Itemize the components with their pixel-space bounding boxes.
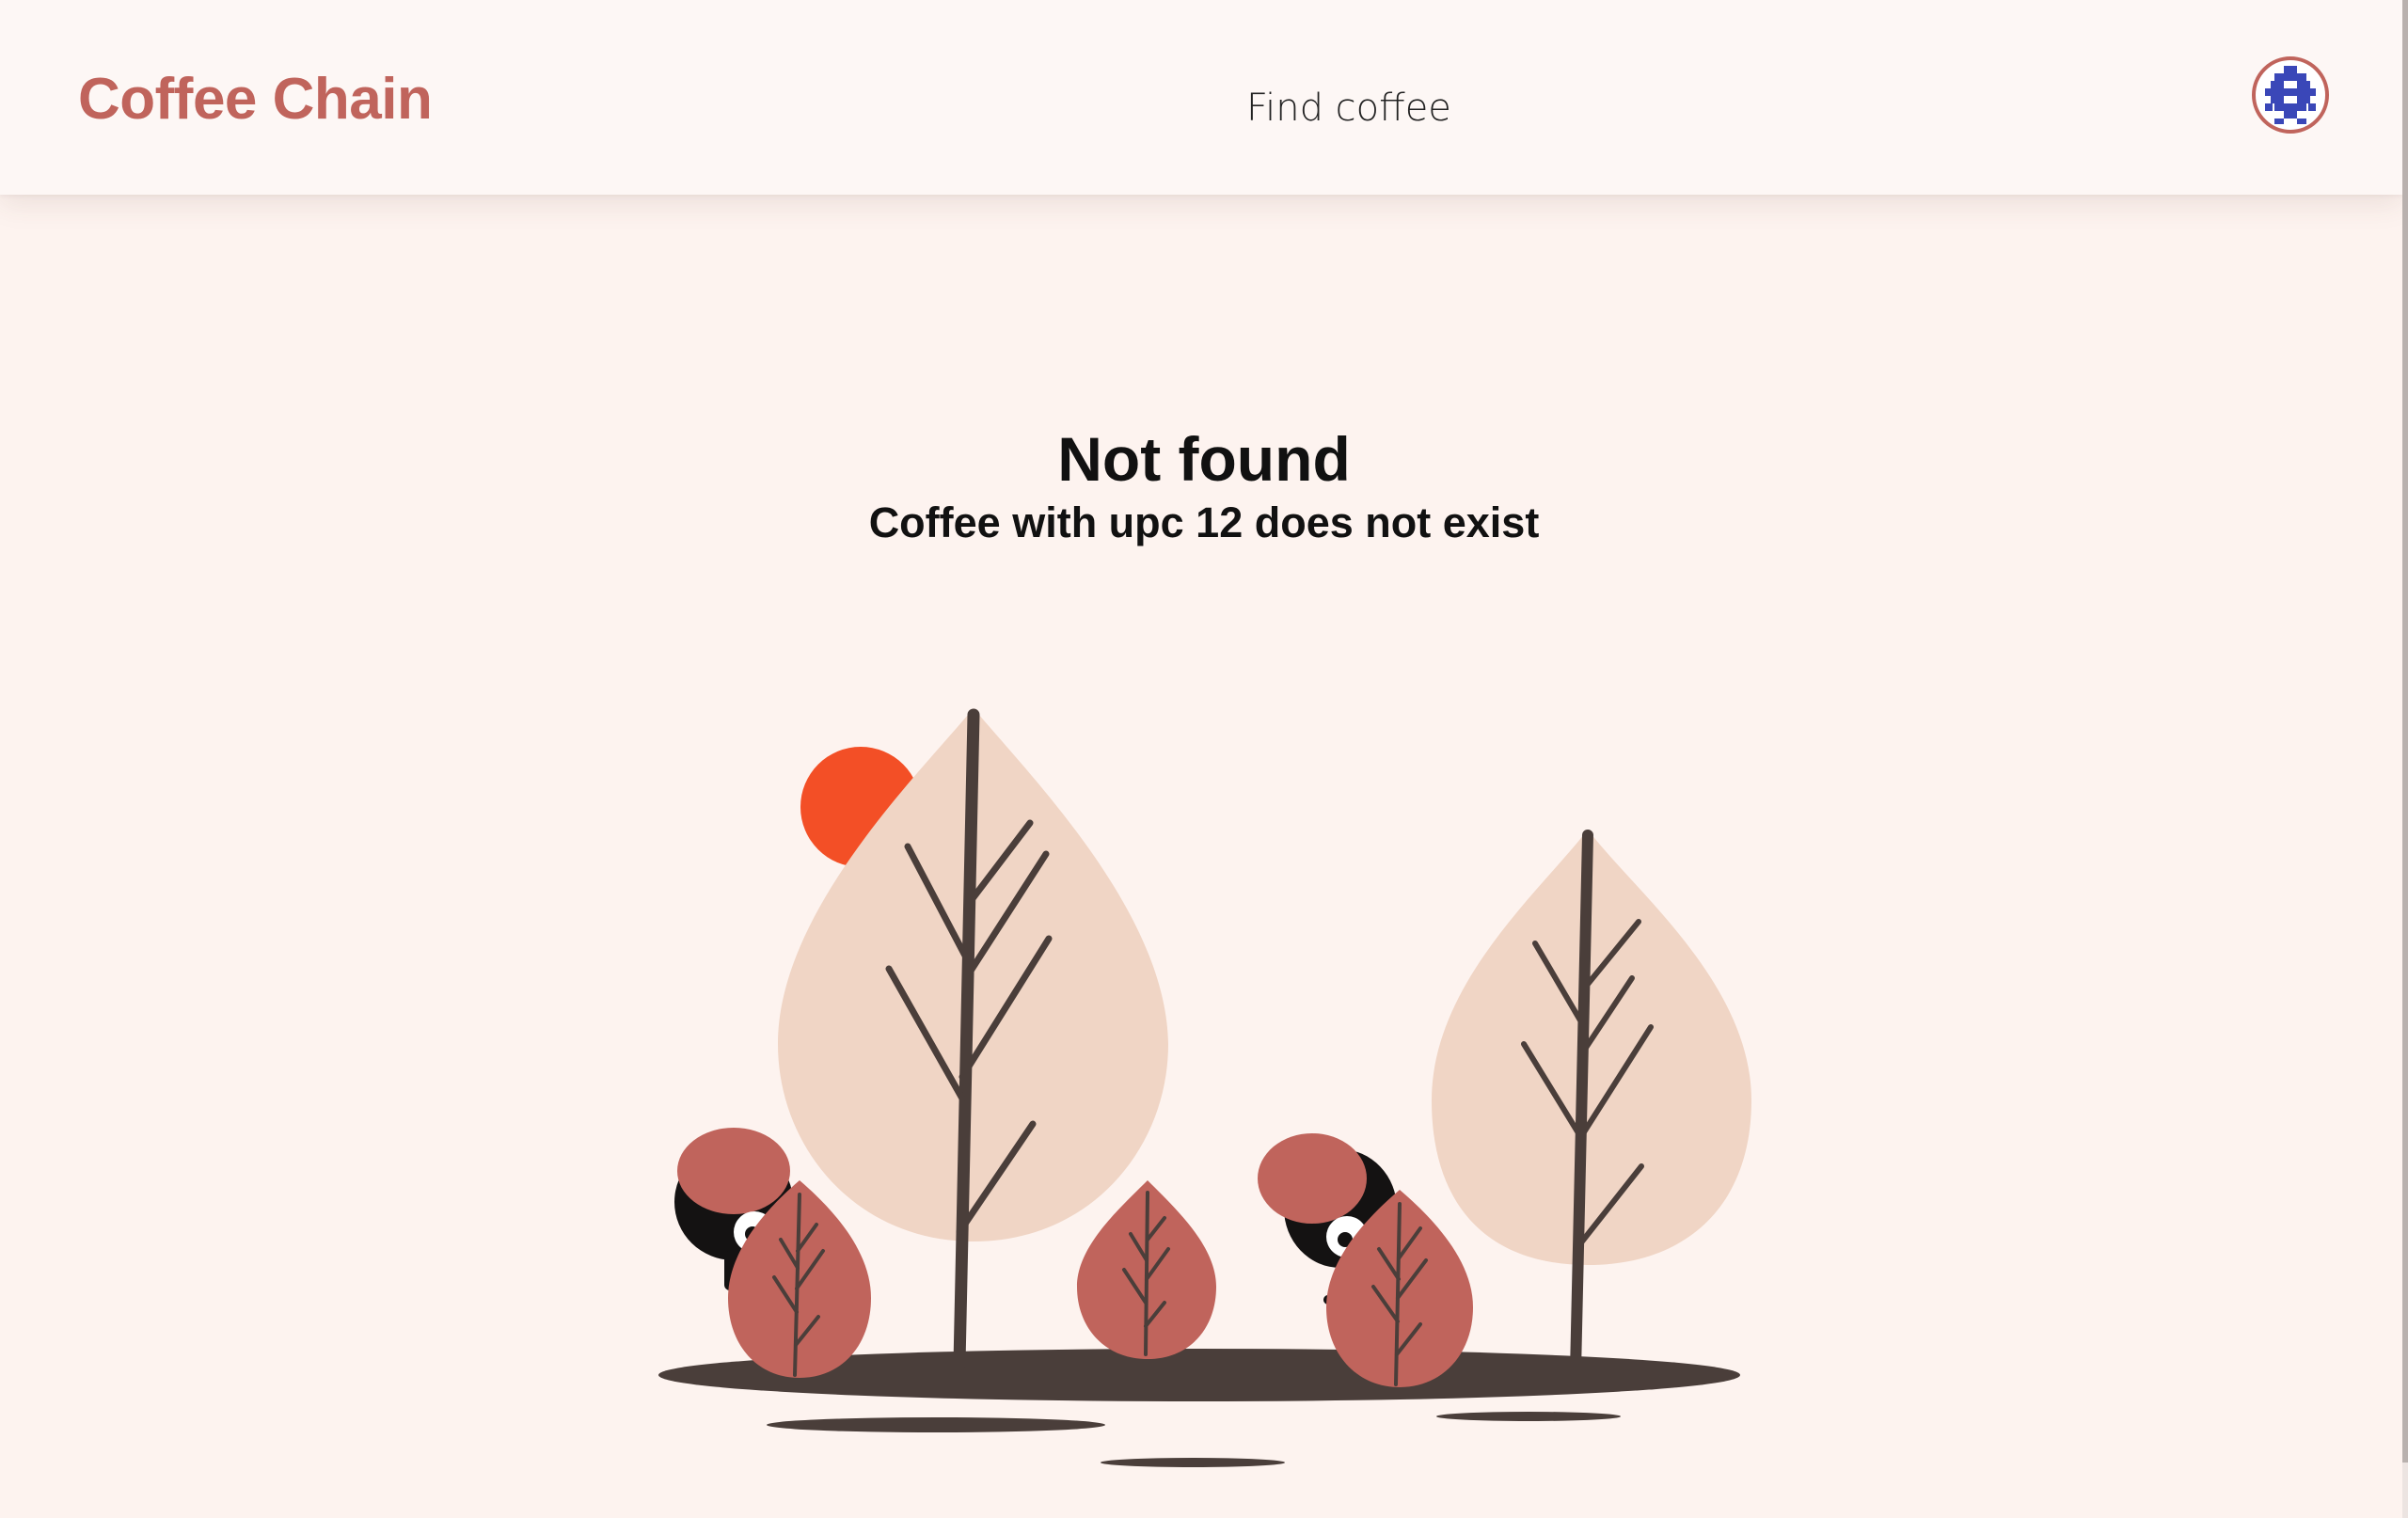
brand-logo-link[interactable]: Coffee Chain xyxy=(78,66,433,133)
page-scrollbar[interactable] xyxy=(2402,0,2408,1518)
nav-find-coffee-link[interactable]: Find coffee xyxy=(1246,87,1451,130)
user-avatar[interactable] xyxy=(2252,56,2329,134)
identicon-avatar-icon xyxy=(2252,56,2329,134)
not-found-message: Coffee with upc 12 does not exist xyxy=(868,498,1540,546)
not-found-forest-illustration xyxy=(658,708,1751,1467)
page-title: Not found xyxy=(1057,424,1351,494)
page-scrollbar-thumb[interactable] xyxy=(2402,0,2408,1463)
illustration-container xyxy=(649,696,1759,1477)
top-header: Coffee Chain Find coffee xyxy=(0,0,2402,195)
